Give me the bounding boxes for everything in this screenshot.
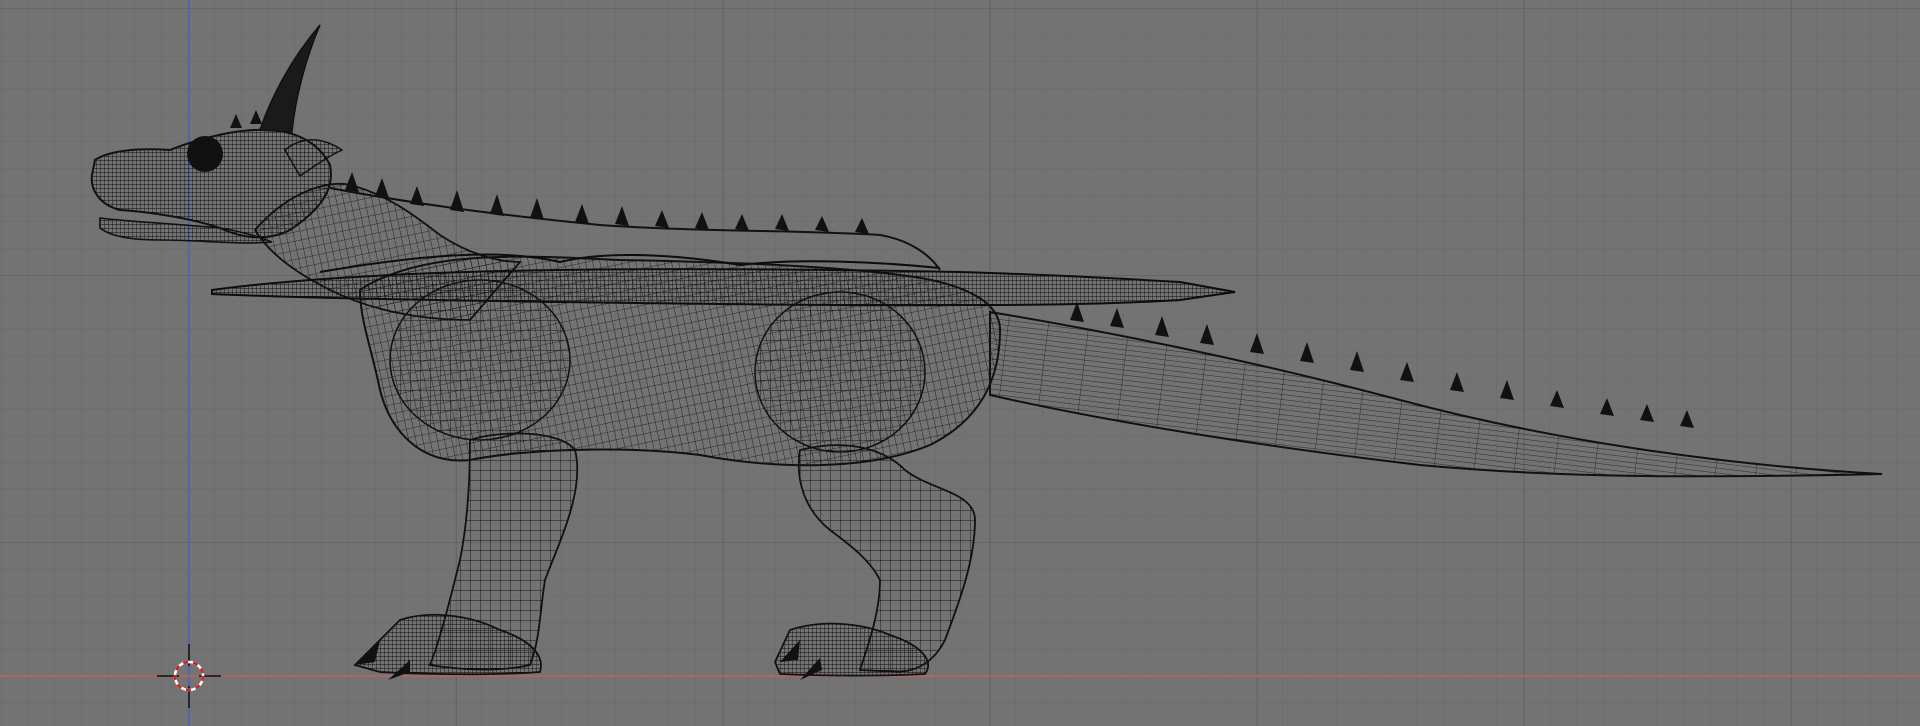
3d-viewport[interactable] [0, 0, 1920, 726]
dragon-haunch [754, 291, 926, 453]
viewport-canvas[interactable] [0, 0, 1920, 726]
dragon-eye [187, 136, 223, 172]
